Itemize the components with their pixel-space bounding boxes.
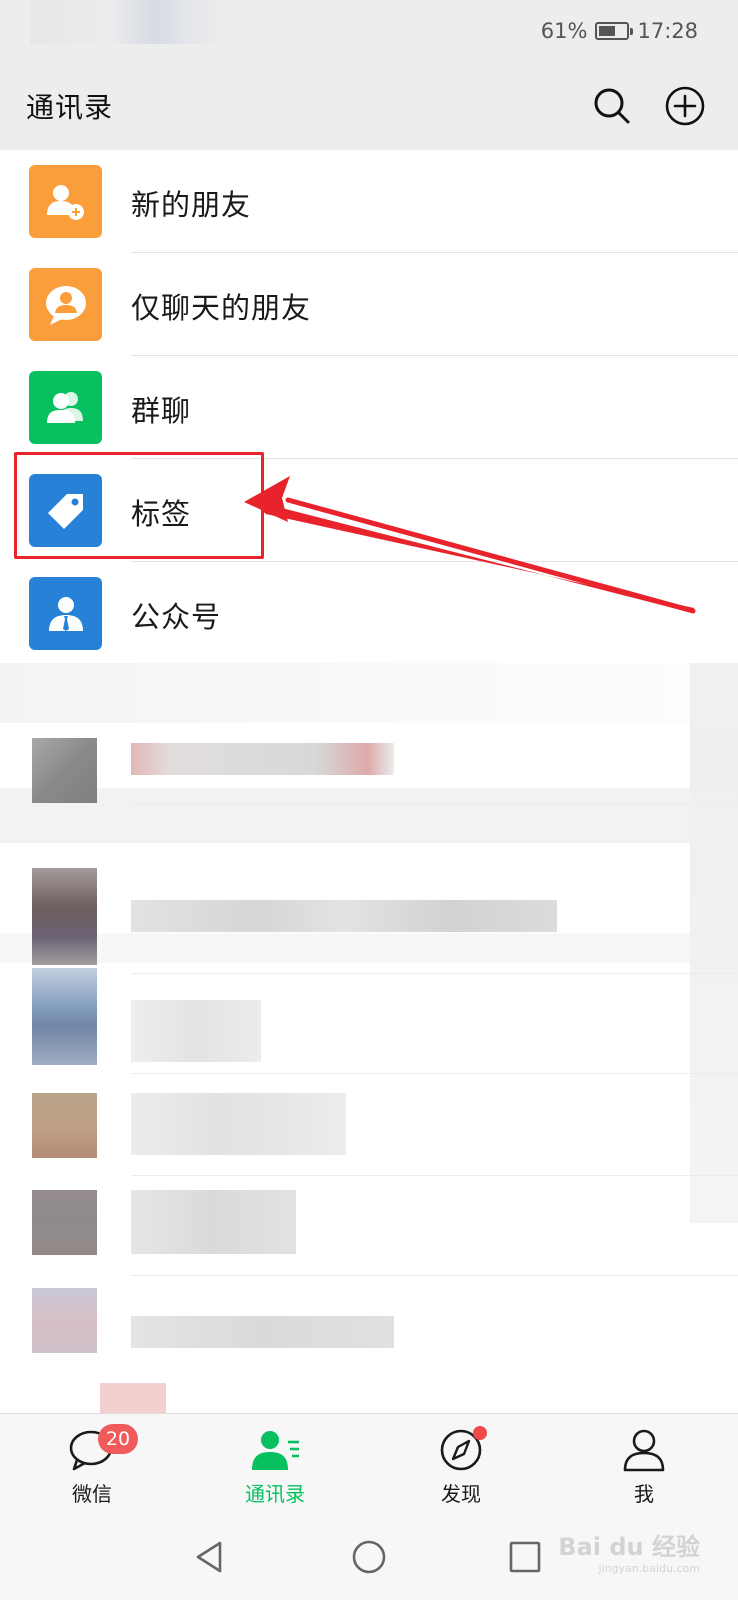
plus-circle-icon [665, 86, 705, 126]
contacts-icon [252, 1431, 299, 1470]
contact-row [32, 738, 97, 803]
add-button[interactable] [663, 84, 707, 128]
watermark-text: Bai du 经验 [558, 1533, 700, 1561]
search-icon [594, 88, 630, 124]
contact-row [32, 968, 97, 1065]
menu-label-official-accounts: 公众号 [131, 600, 222, 634]
battery-percent: 61% [540, 19, 588, 43]
header: 通讯录 [0, 62, 738, 150]
notification-dot [473, 1426, 487, 1440]
battery-level [599, 26, 616, 36]
menu-label-group-chats: 群聊 [131, 394, 192, 428]
status-indicators: 61% 17:28 [541, 16, 698, 46]
blurred-contact-list [0, 663, 738, 1413]
annotation-highlight-box [14, 452, 264, 559]
status-bar: 61% 17:28 [0, 0, 738, 62]
back-button[interactable] [190, 1535, 234, 1579]
page-title: 通讯录 [26, 91, 114, 124]
menu-item-group-chats[interactable]: 群聊 [0, 356, 738, 459]
bottom-tab-bar: 20 微信 通讯录 发现 我 [0, 1413, 738, 1516]
tab-label-contacts: 通讯录 [245, 1482, 305, 1506]
person-icon [623, 1429, 665, 1472]
contact-row [32, 1288, 97, 1353]
add-friend-icon [29, 165, 102, 238]
tab-chats[interactable]: 20 微信 [32, 1424, 152, 1507]
menu-item-official-accounts[interactable]: 公众号 [0, 562, 738, 665]
recents-square-icon [509, 1541, 541, 1573]
tab-discover[interactable]: 发现 [401, 1426, 521, 1507]
recents-button[interactable] [503, 1535, 547, 1579]
search-button[interactable] [590, 84, 634, 128]
tab-contacts[interactable]: 通讯录 [215, 1428, 335, 1507]
battery-icon [595, 22, 634, 40]
contact-row [32, 1190, 97, 1255]
menu-item-new-friends[interactable]: 新的朋友 [0, 150, 738, 253]
group-icon [29, 371, 102, 444]
watermark: Bai du 经验 jingyan.baidu.com [558, 1527, 700, 1575]
tab-label-chats: 微信 [72, 1482, 112, 1506]
home-button[interactable] [347, 1535, 391, 1579]
back-triangle-icon [196, 1541, 222, 1573]
system-nav-bar: Bai du 经验 jingyan.baidu.com [0, 1515, 738, 1600]
menu-label-chat-only-friends: 仅聊天的朋友 [131, 291, 312, 325]
clock: 17:28 [637, 19, 698, 43]
contacts-function-list: 新的朋友 仅聊天的朋友 群聊 标签 公众号 [0, 150, 738, 665]
tab-label-me: 我 [634, 1482, 654, 1506]
unread-badge: 20 [98, 1424, 138, 1454]
home-circle-icon [352, 1540, 386, 1574]
tab-label-discover: 发现 [441, 1482, 481, 1506]
contact-row [32, 1093, 97, 1158]
watermark-url: jingyan.baidu.com [598, 1562, 700, 1575]
menu-label-new-friends: 新的朋友 [131, 188, 252, 222]
menu-item-chat-only-friends[interactable]: 仅聊天的朋友 [0, 253, 738, 356]
chat-friend-icon [29, 268, 102, 341]
tab-me[interactable]: 我 [584, 1428, 704, 1507]
blurred-notification-area [30, 0, 230, 44]
official-account-icon [29, 577, 102, 650]
contact-row [32, 868, 97, 965]
